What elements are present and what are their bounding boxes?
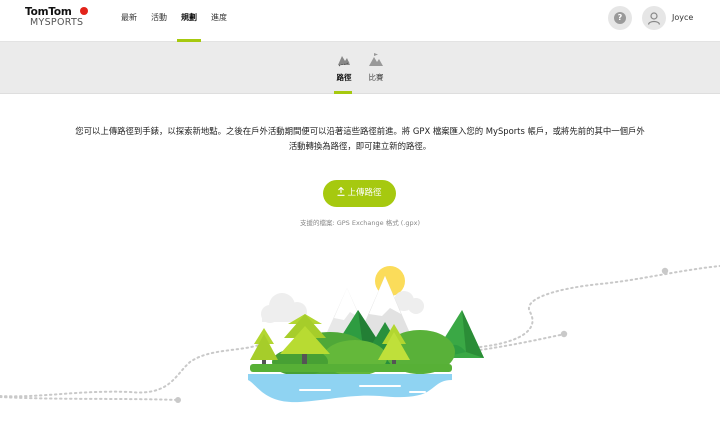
nav-item-latest[interactable]: 最新 — [114, 0, 144, 42]
user-icon — [647, 12, 661, 25]
dotted-trail-left-low — [0, 396, 179, 401]
tomtom-mysports-logo[interactable]: TomTom MYSPORTS — [25, 6, 95, 36]
nav-item-progress[interactable]: 進度 — [204, 0, 234, 42]
dotted-trail-right — [469, 265, 720, 349]
nav-item-activities[interactable]: 活動 — [144, 0, 174, 42]
help-button[interactable]: ? — [608, 6, 632, 30]
nav-item-plan[interactable]: 規劃 — [174, 0, 204, 42]
main-nav: 最新 活動 規劃 進度 — [114, 0, 234, 42]
trail-node-icon — [661, 267, 669, 275]
user-name[interactable]: Joyce — [672, 13, 693, 22]
ground-strip — [250, 364, 452, 372]
dotted-trail-left — [0, 343, 263, 398]
tab-routes[interactable]: 路徑 — [326, 42, 362, 94]
dotted-trail-right-low — [479, 333, 566, 351]
sub-navigation-bar: 路徑 比賽 — [0, 42, 720, 94]
landscape-illustration — [0, 265, 720, 403]
question-icon: ? — [614, 12, 626, 24]
upload-icon — [337, 186, 345, 196]
route-description: 您可以上傳路徑到手錶，以探索新地點。之後在戶外活動期間便可以沿著這些路徑前進。將… — [40, 124, 680, 154]
supported-format-note: 支援的檔案: GPS Exchange 格式 (.gpx) — [299, 219, 421, 227]
upload-route-button[interactable]: 上傳路徑 — [323, 180, 396, 207]
logo-dot-icon — [80, 7, 88, 15]
tab-races[interactable]: 比賽 — [358, 42, 394, 94]
trail-node-icon — [560, 330, 568, 338]
avatar[interactable] — [642, 6, 666, 30]
description-line-1: 您可以上傳路徑到手錶，以探索新地點。之後在戶外活動期間便可以沿著這些路徑前進。將… — [75, 126, 645, 136]
description-line-2: 活動轉換為路徑，即可建立新的路徑。 — [288, 141, 432, 151]
top-navigation-bar: TomTom MYSPORTS 最新 活動 規劃 進度 ? Joyce — [0, 0, 720, 42]
logo-subtitle: MYSPORTS — [30, 17, 84, 28]
route-icon — [338, 56, 350, 67]
tab-routes-label: 路徑 — [336, 73, 352, 82]
tab-races-label: 比賽 — [368, 73, 384, 82]
upload-route-label: 上傳路徑 — [347, 188, 382, 198]
lake-icon — [248, 374, 452, 403]
race-icon — [369, 53, 383, 66]
